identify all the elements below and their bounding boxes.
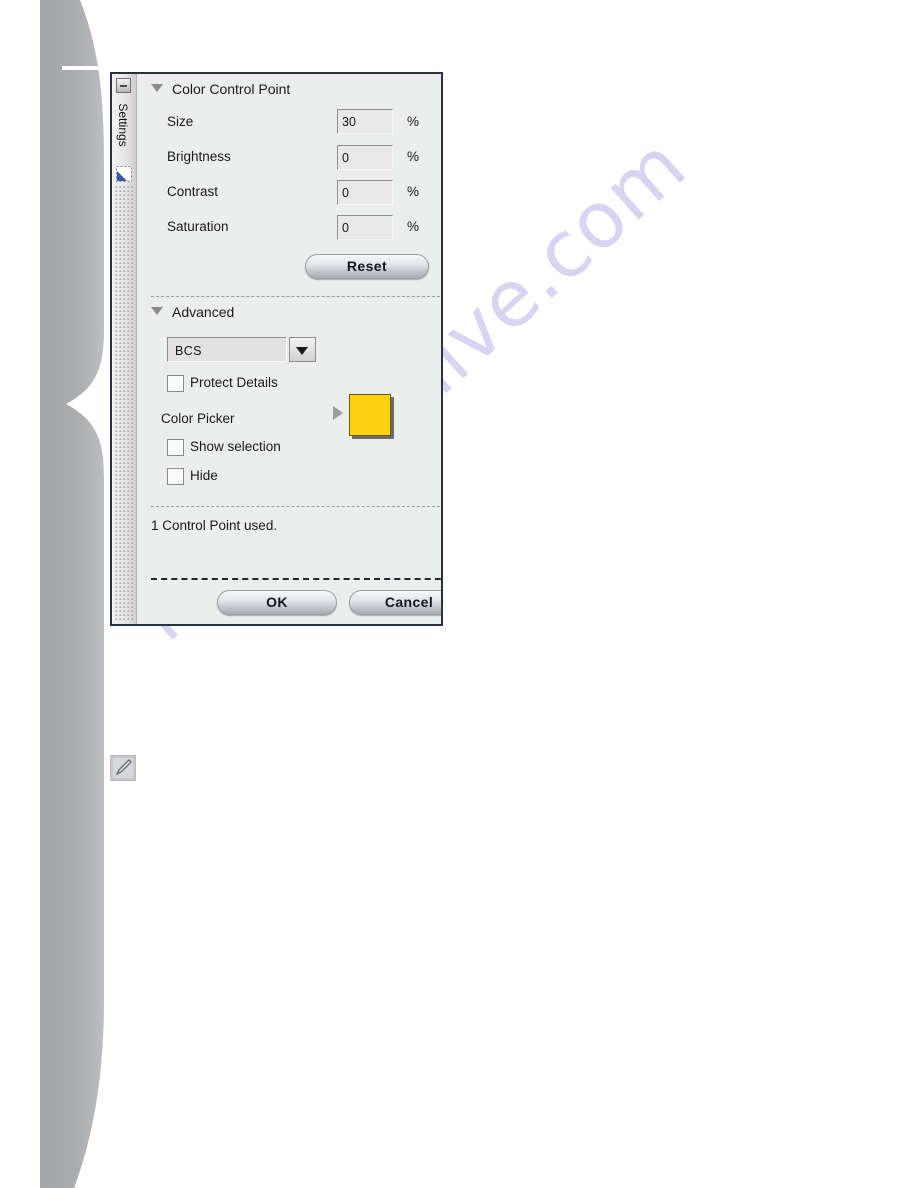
footer-divider — [151, 578, 441, 580]
checkbox-protect-details[interactable] — [167, 375, 184, 392]
minimize-icon[interactable] — [116, 78, 131, 93]
label-show-selection: Show selection — [190, 439, 281, 454]
label-contrast: Contrast — [167, 184, 219, 199]
reset-button[interactable]: Reset — [305, 254, 429, 279]
settings-rail-label: Settings — [116, 103, 130, 147]
section-title-color-control-point: Color Control Point — [172, 81, 291, 97]
unit-saturation: % — [407, 219, 420, 234]
method-select[interactable]: BCS — [167, 337, 287, 362]
chevron-down-icon[interactable] — [289, 337, 316, 362]
rail-texture — [115, 186, 133, 620]
color-control-point-dialog: Settings Color Control Point Size 30 % B… — [110, 72, 443, 626]
selection-marquee-icon[interactable] — [116, 166, 132, 182]
status-text: 1 Control Point used. — [151, 518, 278, 533]
label-protect-details: Protect Details — [190, 375, 278, 390]
checkbox-hide[interactable] — [167, 468, 184, 485]
color-swatch[interactable] — [349, 394, 391, 436]
input-size[interactable]: 30 — [337, 109, 393, 134]
label-brightness: Brightness — [167, 149, 231, 164]
section-header-color-control-point[interactable]: Color Control Point — [151, 81, 290, 97]
section-divider-2 — [151, 506, 441, 507]
label-saturation: Saturation — [167, 219, 229, 234]
cancel-button[interactable]: Cancel — [349, 590, 441, 615]
label-size: Size — [167, 114, 194, 129]
label-hide: Hide — [190, 468, 218, 483]
unit-brightness: % — [407, 149, 420, 164]
chevron-down-icon — [151, 84, 163, 93]
checkbox-show-selection[interactable] — [167, 439, 184, 456]
dialog-body: Color Control Point Size 30 % Brightness… — [137, 74, 441, 624]
label-color-picker: Color Picker — [161, 411, 235, 426]
section-divider-1 — [151, 296, 441, 297]
settings-rail: Settings — [112, 74, 137, 624]
chevron-down-icon — [151, 307, 163, 316]
arrow-right-icon — [333, 406, 343, 420]
unit-contrast: % — [407, 184, 420, 199]
input-saturation[interactable]: 0 — [337, 215, 393, 240]
section-title-advanced: Advanced — [172, 304, 235, 320]
pencil-note-icon — [110, 755, 136, 781]
ok-button[interactable]: OK — [217, 590, 337, 615]
input-brightness[interactable]: 0 — [337, 145, 393, 170]
input-contrast[interactable]: 0 — [337, 180, 393, 205]
section-header-advanced[interactable]: Advanced — [151, 304, 234, 320]
unit-size: % — [407, 114, 420, 129]
